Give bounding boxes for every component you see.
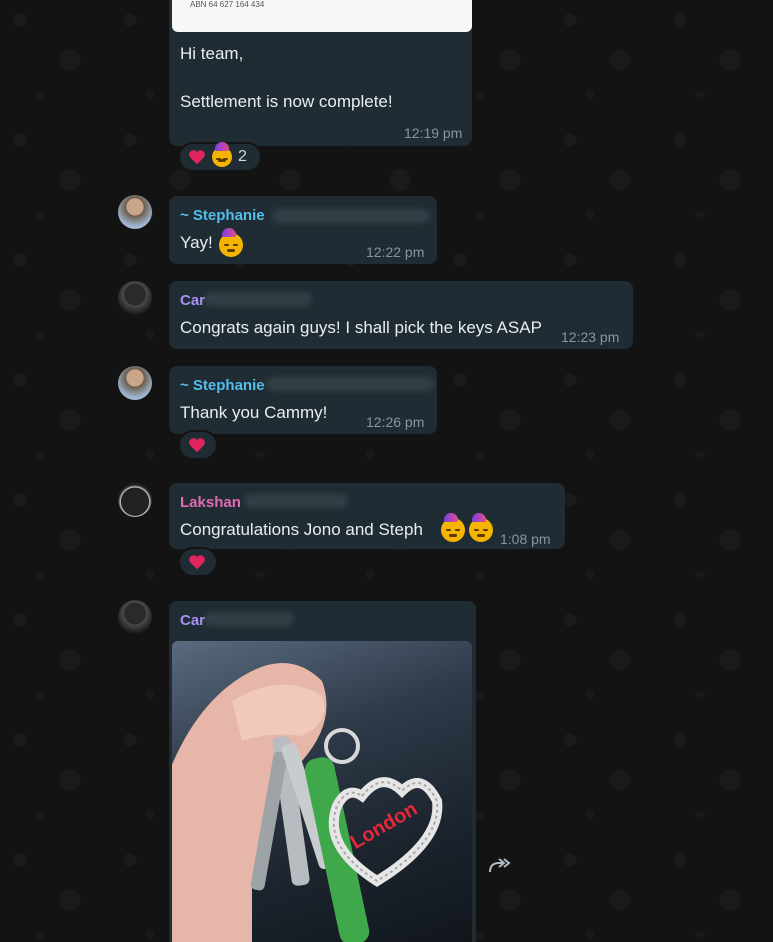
avatar[interactable] (118, 366, 152, 400)
message-text: Yay! (180, 233, 213, 252)
sender-name[interactable]: Car (180, 292, 205, 309)
forward-icon[interactable] (487, 855, 511, 875)
redacted-phone (204, 292, 312, 306)
sender-name[interactable]: ~ Stephanie (180, 377, 265, 394)
redacted-phone (266, 377, 434, 391)
heart-icon (189, 150, 205, 165)
message-text: Congrats again guys! I shall pick the ke… (180, 318, 542, 337)
photo-keys[interactable]: London (172, 641, 472, 942)
party-face-emoji (219, 228, 243, 257)
avatar[interactable] (118, 281, 152, 315)
document-abn: ABN 64 627 164 434 (190, 0, 265, 9)
heart-icon (189, 555, 205, 570)
heart-icon (189, 438, 205, 453)
sender-name[interactable]: Car (180, 612, 205, 629)
redacted-phone (272, 209, 430, 223)
message-time: 12:26 pm (366, 414, 425, 430)
message-time: 12:19 pm (404, 125, 463, 141)
photo-keychain-illustration: London (172, 663, 443, 942)
message-text: Congratulations Jono and Steph (180, 520, 423, 539)
reaction-count: 2 (238, 148, 247, 165)
party-face-emoji (469, 513, 493, 542)
redacted-phone (204, 612, 294, 626)
document-preview[interactable]: ABN 64 627 164 434 (172, 0, 472, 32)
party-face-emoji (441, 513, 465, 542)
party-face-emoji (212, 142, 232, 167)
reaction-pill[interactable]: 2 (178, 142, 262, 172)
avatar[interactable] (118, 195, 152, 229)
keychain-label: London (347, 798, 421, 854)
sender-name[interactable]: ~ Stephanie (180, 207, 265, 224)
reaction-pill[interactable] (178, 430, 218, 460)
reaction-pill[interactable] (178, 547, 218, 577)
message-time: 1:08 pm (500, 531, 551, 547)
sender-name[interactable]: Lakshan (180, 494, 241, 511)
message-time: 12:22 pm (366, 244, 425, 260)
message-text: Settlement is now complete! (180, 92, 393, 111)
avatar[interactable] (118, 600, 152, 634)
message-text: Thank you Cammy! (180, 403, 328, 422)
message-time: 12:23 pm (561, 329, 620, 345)
avatar[interactable] (118, 483, 152, 517)
redacted-phone (244, 494, 348, 508)
message-text: Hi team, (180, 44, 244, 63)
